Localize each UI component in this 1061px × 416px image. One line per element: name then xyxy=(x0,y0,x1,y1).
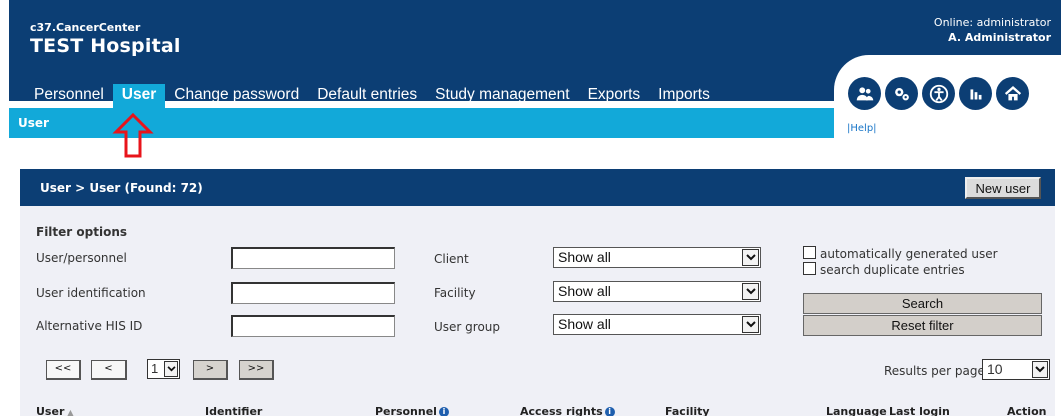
user-group-select[interactable]: Show all xyxy=(553,314,761,335)
duplicates-label: search duplicate entries xyxy=(820,263,965,277)
alternative-his-id-label: Alternative HIS ID xyxy=(36,319,143,333)
alternative-his-id-input[interactable] xyxy=(231,315,395,337)
facility-select-value: Show all xyxy=(558,283,611,299)
page-select[interactable]: 1 xyxy=(147,359,180,379)
prev-page-button[interactable]: < xyxy=(91,360,127,380)
auto-generated-label: automatically generated user xyxy=(820,247,998,261)
user-group-select-value: Show all xyxy=(558,316,611,332)
user-personnel-label: User/personnel xyxy=(36,251,127,265)
left-margin xyxy=(0,0,9,416)
home-icon[interactable] xyxy=(996,77,1029,110)
subnav-item-user[interactable]: User xyxy=(18,116,49,130)
user-identification-input[interactable] xyxy=(231,282,395,304)
top-header: c37.CancerCenter TEST Hospital Online: a… xyxy=(9,0,1061,158)
facility-label: Facility xyxy=(434,286,476,300)
toolbar-icon-panel: |Help| xyxy=(834,55,1061,140)
nav-item-user[interactable]: User xyxy=(112,84,166,108)
current-user-name: A. Administrator xyxy=(948,31,1051,44)
next-page-button[interactable]: > xyxy=(193,360,228,380)
filter-panel: Filter options User/personnel User ident… xyxy=(20,206,1055,416)
client-select[interactable]: Show all xyxy=(553,247,761,268)
results-per-page-select[interactable]: 10 xyxy=(982,359,1050,380)
nav-item-exports[interactable]: Exports xyxy=(579,84,650,108)
nav-item-imports[interactable]: Imports xyxy=(649,84,719,108)
column-header-last-login[interactable]: Last login xyxy=(889,405,950,416)
nav-item-study-management[interactable]: Study management xyxy=(426,84,578,108)
filter-title: Filter options xyxy=(36,225,128,239)
up-arrow-annotation xyxy=(112,112,154,158)
help-link[interactable]: |Help| xyxy=(847,123,877,134)
online-line: Online: administrator xyxy=(933,16,1051,29)
main-nav: Personnel User Change password Default e… xyxy=(26,84,719,108)
column-header-facility[interactable]: Facility xyxy=(665,405,710,416)
reset-filter-button[interactable]: Reset filter xyxy=(803,315,1042,336)
info-icon[interactable]: i xyxy=(604,407,615,416)
users-icon[interactable] xyxy=(848,77,881,110)
client-select-value: Show all xyxy=(558,249,611,265)
last-page-button[interactable]: >> xyxy=(239,360,274,380)
auto-generated-checkbox[interactable] xyxy=(803,246,816,259)
app: c37.CancerCenter TEST Hospital Online: a… xyxy=(9,0,1061,416)
page-select-value: 1 xyxy=(151,361,159,376)
nav-item-personnel[interactable]: Personnel xyxy=(26,84,113,108)
column-header-action: Action xyxy=(1007,405,1047,416)
column-personnel-label: Personnel xyxy=(375,405,437,416)
column-access-rights-label: Access rights xyxy=(520,405,603,416)
column-header-user[interactable]: User ▲ xyxy=(36,405,74,416)
column-header-language[interactable]: Language xyxy=(826,405,887,416)
new-user-button[interactable]: New user xyxy=(965,177,1041,199)
duplicates-checkbox[interactable] xyxy=(803,262,816,275)
online-status: Online: administrator A. Administrator xyxy=(934,15,1051,45)
brand-subtitle: c37.CancerCenter xyxy=(30,21,141,34)
user-personnel-input[interactable] xyxy=(231,247,395,269)
first-page-button[interactable]: << xyxy=(46,360,81,380)
brand-title: TEST Hospital xyxy=(30,35,181,57)
sort-asc-icon: ▲ xyxy=(67,408,74,416)
statistics-icon[interactable] xyxy=(959,77,992,110)
settings-icon[interactable] xyxy=(885,77,918,110)
accessibility-icon[interactable] xyxy=(922,77,955,110)
nav-item-change-password[interactable]: Change password xyxy=(165,84,308,108)
results-per-page-value: 10 xyxy=(987,361,1003,377)
info-icon[interactable]: i xyxy=(438,407,449,416)
section-title-bar: User > User (Found: 72) New user xyxy=(20,169,1055,206)
toolbar-icons xyxy=(848,77,1029,110)
user-group-label: User group xyxy=(434,320,501,334)
chevron-down-icon xyxy=(1032,361,1048,378)
client-label: Client xyxy=(434,252,469,266)
column-user-label: User xyxy=(36,405,65,416)
column-header-access-rights[interactable]: Access rights i xyxy=(520,405,615,416)
search-button[interactable]: Search xyxy=(803,293,1042,314)
facility-select[interactable]: Show all xyxy=(553,281,761,302)
chevron-down-icon xyxy=(742,283,759,300)
user-identification-label: User identification xyxy=(36,286,146,300)
nav-item-default-entries[interactable]: Default entries xyxy=(308,84,426,108)
column-header-personnel[interactable]: Personnel i xyxy=(375,405,449,416)
chevron-down-icon xyxy=(164,361,178,377)
page-title: User > User (Found: 72) xyxy=(40,181,203,195)
chevron-down-icon xyxy=(742,316,759,333)
results-per-page-label: Results per page xyxy=(884,364,985,378)
chevron-down-icon xyxy=(742,249,759,266)
column-header-identifier[interactable]: Identifier xyxy=(205,405,262,416)
